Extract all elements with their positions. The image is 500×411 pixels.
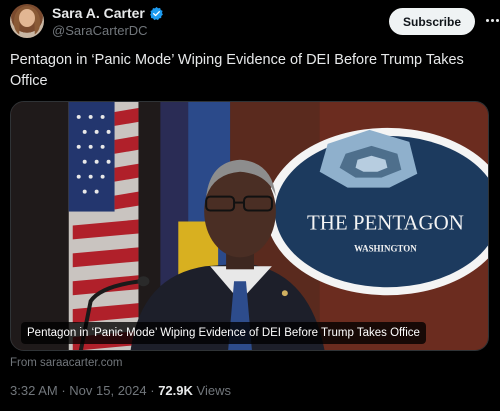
tweet-header: Sara A. Carter @SaraCarterDC Subscribe xyxy=(10,4,499,40)
verified-badge-icon xyxy=(150,6,163,20)
card-caption: Pentagon in ‘Panic Mode’ Wiping Evidence… xyxy=(21,322,426,344)
tweet-text: Pentagon in ‘Panic Mode’ Wiping Evidence… xyxy=(10,52,464,89)
views-label: Views xyxy=(196,383,231,398)
tweet-date[interactable]: Nov 15, 2024 xyxy=(69,383,146,398)
name-line: Sara A. Carter xyxy=(52,5,164,21)
subscribe-button[interactable]: Subscribe xyxy=(389,8,475,35)
more-options-icon[interactable] xyxy=(484,12,500,28)
tweet-meta: 3:32 AM · Nov 15, 2024 · 72.9K Views xyxy=(10,383,231,398)
separator-dot: · xyxy=(150,383,159,398)
seal-title: THE PENTAGON xyxy=(307,210,464,234)
card-source[interactable]: From saraacarter.com xyxy=(10,357,122,369)
tweet-time[interactable]: 3:32 AM xyxy=(10,383,58,398)
handle[interactable]: @SaraCarterDC xyxy=(52,23,148,38)
avatar[interactable] xyxy=(10,4,44,38)
avatar-face xyxy=(19,9,35,27)
card-image: THE PENTAGON WASHINGTON xyxy=(11,102,488,350)
display-name[interactable]: Sara A. Carter xyxy=(52,5,145,21)
seal-subtitle: WASHINGTON xyxy=(354,243,417,253)
link-card[interactable]: THE PENTAGON WASHINGTON Pentagon in ‘Pan… xyxy=(10,101,489,351)
views-count: 72.9K xyxy=(158,383,193,398)
